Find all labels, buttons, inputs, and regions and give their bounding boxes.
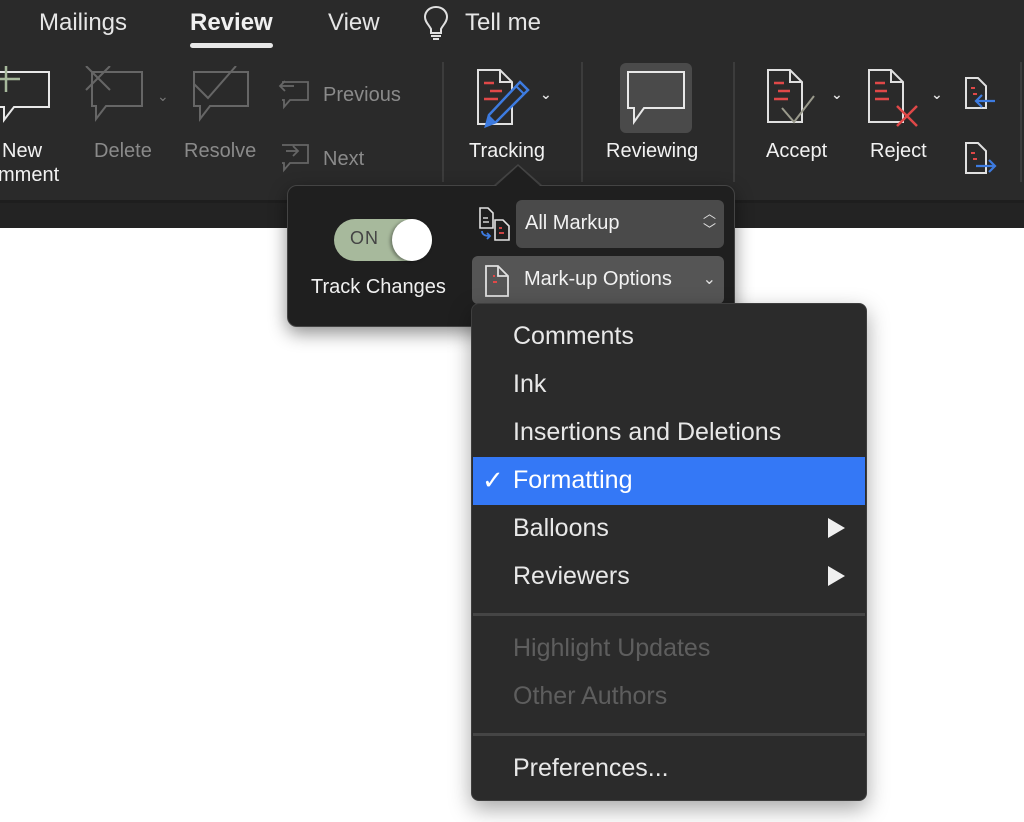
markup-options-button[interactable]: Mark-up Options ⌄ — [472, 256, 724, 304]
tell-me-button[interactable] — [422, 4, 452, 44]
menu-item-label: Comments — [513, 322, 634, 350]
menu-item-formatting[interactable]: ✓ Formatting — [473, 457, 865, 505]
menu-separator — [473, 613, 865, 616]
markup-options-label: Mark-up Options — [524, 268, 672, 290]
menu-item-label: Highlight Updates — [513, 634, 711, 662]
menu-separator — [473, 733, 865, 736]
previous-change-icon[interactable] — [964, 76, 998, 112]
reject-dropdown-chevron-icon[interactable]: ⌄ — [931, 86, 943, 103]
ribbon-tab-bar: Mailings Review View Tell me — [0, 0, 1024, 56]
reject-label: Reject — [870, 140, 927, 162]
resolve-label: Resolve — [184, 140, 257, 162]
menu-item-label: Other Authors — [513, 682, 668, 710]
resolve-comment-icon — [193, 66, 249, 122]
previous-comment-label: Previous — [323, 84, 401, 106]
popover-notch — [496, 166, 540, 186]
menu-item-label: Insertions and Deletions — [513, 418, 782, 446]
track-changes-label: Track Changes — [311, 276, 446, 298]
menu-item-ink[interactable]: Ink — [473, 361, 865, 409]
tab-mailings[interactable]: Mailings — [39, 6, 127, 40]
menu-item-reviewers[interactable]: Reviewers — [473, 553, 865, 601]
next-comment-icon — [282, 144, 309, 173]
submenu-arrow-icon — [828, 518, 845, 538]
menu-item-label: Preferences... — [513, 754, 669, 782]
track-changes-toggle[interactable]: ON — [334, 219, 432, 261]
markup-options-menu: Comments Ink Insertions and Deletions ✓ … — [471, 303, 867, 801]
menu-item-comments[interactable]: Comments — [473, 313, 865, 361]
submenu-arrow-icon — [828, 566, 845, 586]
tracking-dropdown-chevron-icon[interactable]: ⌄ — [540, 86, 552, 103]
accept-label: Accept — [766, 140, 828, 162]
compare-markup-icon — [479, 207, 510, 241]
accept-change-icon — [767, 69, 815, 124]
menu-item-balloons[interactable]: Balloons — [473, 505, 865, 553]
menu-item-other-authors: Other Authors — [473, 673, 865, 721]
menu-item-highlight-updates: Highlight Updates — [473, 625, 865, 673]
ribbon-separator — [733, 62, 735, 182]
delete-dropdown-chevron-icon[interactable]: ⌄ — [157, 88, 169, 105]
menu-item-label: Balloons — [513, 514, 609, 542]
checkmark-icon: ✓ — [482, 465, 504, 495]
display-for-review-value: All Markup — [525, 212, 620, 234]
markup-document-icon — [485, 265, 509, 297]
ribbon-separator — [442, 62, 444, 182]
ribbon-separator — [1020, 62, 1022, 182]
tab-view[interactable]: View — [328, 6, 380, 40]
delete-label: Delete — [94, 140, 152, 162]
tell-me-label[interactable]: Tell me — [465, 6, 541, 40]
menu-item-label: Ink — [513, 370, 547, 398]
reject-change-icon — [868, 69, 918, 127]
tab-review[interactable]: Review — [190, 6, 273, 48]
lightbulb-icon — [423, 5, 449, 40]
chevron-down-icon: ⌄ — [702, 271, 716, 288]
ribbon-separator — [581, 62, 583, 182]
display-for-review-select[interactable]: All Markup ︿ ﹀ — [516, 200, 724, 248]
previous-comment-icon — [278, 80, 309, 110]
accept-dropdown-chevron-icon[interactable]: ⌄ — [831, 86, 843, 103]
menu-item-label: Reviewers — [513, 562, 630, 590]
new-comment-icon — [0, 66, 50, 123]
toggle-state-text: ON — [350, 228, 379, 248]
menu-item-label: Formatting — [513, 466, 633, 494]
toggle-knob — [392, 219, 432, 261]
next-change-icon[interactable] — [964, 141, 998, 177]
reviewing-comment-icon — [627, 71, 685, 126]
menu-item-insertions-deletions[interactable]: Insertions and Deletions — [473, 409, 865, 457]
next-comment-label: Next — [323, 148, 365, 170]
reviewing-label: Reviewing — [606, 140, 699, 162]
menu-item-preferences[interactable]: Preferences... — [473, 745, 865, 793]
new-comment-label-line2: mment — [0, 164, 60, 186]
new-comment-label-line1: New — [2, 140, 43, 162]
updown-chevron-icon: ︿ ﹀ — [702, 206, 716, 237]
tracking-label: Tracking — [469, 140, 545, 162]
tracking-pencil-icon — [477, 69, 530, 129]
delete-comment-icon — [85, 66, 143, 122]
